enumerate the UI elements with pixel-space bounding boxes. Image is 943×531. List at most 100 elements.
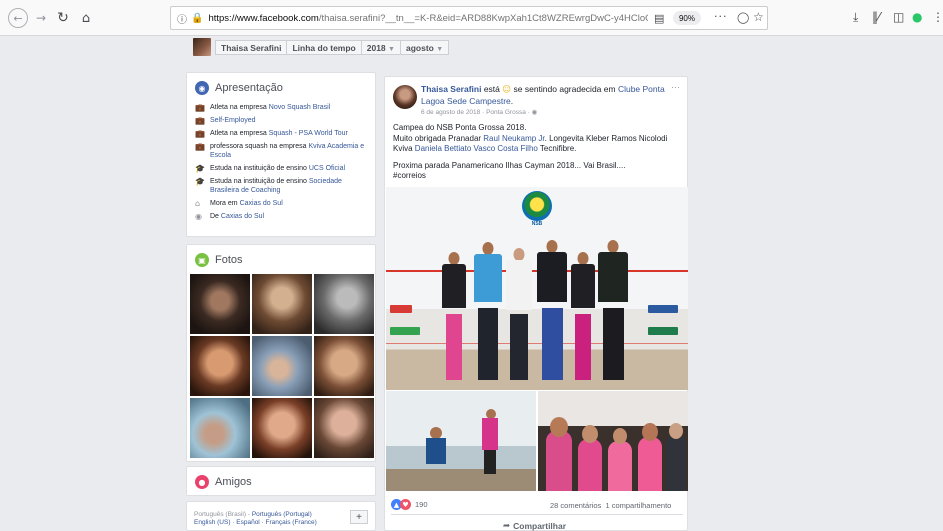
sponsor-logo: [390, 327, 420, 335]
language-link[interactable]: Español: [236, 519, 260, 526]
intro-item-work: 💼 Atleta na empresa Novo Squash Brasil: [195, 103, 367, 112]
hashtag-link[interactable]: #correios: [393, 171, 426, 180]
friends-icon: ●: [195, 475, 209, 489]
post-main-photo[interactable]: NSB: [386, 187, 688, 390]
shares-count-link[interactable]: 1 compartilhamento: [605, 501, 671, 510]
zoom-level-badge[interactable]: 90%: [673, 11, 701, 25]
intro-item-work: 💼 Atleta na empresa Squash - PSA World To…: [195, 129, 367, 138]
player-figure: [537, 240, 567, 380]
home-icon: ⌂: [195, 199, 201, 208]
language-link[interactable]: Português (Portugal): [252, 511, 312, 518]
intro-item-education: 🎓 Estuda na instituição de ensino UCS Ofi…: [195, 164, 367, 173]
extension-icon[interactable]: ●: [912, 10, 922, 24]
chevron-down-icon: ▼: [388, 46, 395, 53]
comments-count-link[interactable]: 28 comentários: [550, 501, 601, 510]
address-bar[interactable]: ⓘ 🔒 https://www.facebook.com/thaisa.sera…: [170, 6, 768, 30]
intro-item-education: 🎓 Estuda na instituição de ensino Socieda…: [195, 177, 367, 195]
post-options-icon[interactable]: ···: [671, 82, 680, 92]
photo-thumbnail[interactable]: [314, 398, 374, 458]
intro-link[interactable]: Self-Employed: [210, 117, 256, 124]
photo-thumbnail[interactable]: [190, 336, 250, 396]
smile-emoji-icon: ☺: [502, 85, 512, 95]
photos-title[interactable]: Fotos: [215, 254, 243, 266]
intro-item-work: 💼 Self-Employed: [195, 116, 367, 125]
intro-text: Atleta na empresa: [210, 130, 269, 137]
language-list: Português (Brasil) · Português (Portugal…: [194, 511, 317, 526]
browser-toolbar: ← → ↻ ⌂ ⓘ 🔒 https://www.facebook.com/tha…: [0, 0, 943, 36]
intro-link[interactable]: UCS Oficial: [309, 165, 345, 172]
photo-thumbnail[interactable]: [314, 274, 374, 334]
intro-link[interactable]: Squash - PSA World Tour: [269, 130, 348, 137]
post-photo-match[interactable]: [386, 391, 536, 491]
tagged-person-link[interactable]: Vasco Costa Filho: [474, 144, 538, 153]
intro-text: Atleta na empresa: [210, 104, 269, 111]
friends-card: ● Amigos: [186, 466, 376, 496]
photo-thumbnail[interactable]: [190, 274, 250, 334]
intro-link[interactable]: Novo Squash Brasil: [269, 104, 330, 111]
post-paragraph: Campea do NSB Ponta Grossa 2018. Muito o…: [393, 123, 685, 155]
info-icon[interactable]: ⓘ: [177, 11, 187, 26]
feeling-text: está: [481, 84, 503, 94]
photo-thumbnail[interactable]: [314, 336, 374, 396]
post-author-link[interactable]: Thaisa Serafini: [421, 84, 481, 94]
profile-avatar[interactable]: [193, 38, 211, 56]
downloads-icon[interactable]: ⤓: [853, 10, 858, 25]
profile-name-link[interactable]: Thaisa Serafini: [216, 41, 288, 54]
home-icon[interactable]: ⌂: [78, 9, 94, 27]
place-suffix: .: [510, 96, 514, 106]
tagged-person-link[interactable]: Raul Neukamp Jr: [483, 134, 544, 143]
photo-thumbnail[interactable]: [252, 398, 312, 458]
share-button[interactable]: ➦ Compartilhar: [503, 521, 566, 531]
reload-icon[interactable]: ↻: [55, 9, 71, 27]
intro-title: Apresentação: [215, 82, 283, 94]
briefcase-icon: 💼: [195, 103, 205, 112]
current-language: Português (Brasil): [194, 511, 247, 518]
intro-link[interactable]: Caxias do Sul: [240, 200, 283, 207]
timeline-link[interactable]: Linha do tempo: [287, 41, 362, 54]
intro-link[interactable]: Caxias do Sul: [221, 213, 264, 220]
library-icon[interactable]: ‖⁄: [872, 10, 880, 24]
post-author-avatar[interactable]: [393, 85, 417, 109]
language-link[interactable]: English (US): [194, 519, 230, 526]
chevron-down-icon: ▼: [436, 46, 444, 53]
menu-icon[interactable]: ⋮: [932, 10, 943, 24]
intro-list: 💼 Atleta na empresa Novo Squash Brasil 💼 S…: [187, 101, 375, 221]
post-line: Tecnifibre.: [537, 144, 577, 153]
url-text[interactable]: https://www.facebook.com/thaisa.serafini…: [208, 13, 648, 24]
tagged-person-link[interactable]: Daniela Bettiato: [415, 144, 471, 153]
friends-header: ● Amigos: [187, 467, 375, 495]
intro-text: Mora em: [210, 200, 240, 207]
player-figure: [598, 240, 628, 380]
sponsor-logo: [390, 305, 412, 313]
url-domain: https://www.facebook.com: [208, 12, 319, 24]
lock-icon[interactable]: 🔒: [191, 13, 203, 24]
sidebar-icon[interactable]: ◫: [893, 10, 904, 24]
friends-title[interactable]: Amigos: [215, 476, 252, 488]
globe-icon: ◉: [195, 81, 209, 95]
briefcase-icon: 💼: [195, 129, 205, 138]
forward-arrow-icon[interactable]: →: [33, 9, 49, 27]
post-photo-group[interactable]: [538, 391, 688, 491]
bookmark-star-icon[interactable]: ☆: [753, 10, 764, 24]
post-line: Proxima parada Panamericano Ilhas Cayman…: [393, 160, 626, 170]
photo-grid: [190, 274, 374, 460]
page-actions-menu-icon[interactable]: ···: [714, 10, 728, 23]
photo-thumbnail[interactable]: [190, 398, 250, 458]
pocket-icon[interactable]: ◯: [737, 11, 749, 24]
language-link[interactable]: Français (France): [266, 519, 317, 526]
post-location-link[interactable]: Ponta Grossa: [486, 109, 526, 116]
photo-thumbnail[interactable]: [252, 336, 312, 396]
post-meta: 6 de agosto de 2018 · Ponta Grossa · ◉: [421, 109, 538, 116]
month-value: agosto: [405, 43, 434, 53]
reactions-summary[interactable]: ▲ ♥ 190: [391, 499, 428, 510]
year-selector[interactable]: 2018 ▼: [362, 41, 401, 54]
photos-header: ▣ Fotos: [187, 245, 375, 273]
back-arrow-icon[interactable]: ←: [8, 8, 28, 28]
month-selector[interactable]: agosto ▼: [401, 41, 448, 54]
reader-view-icon[interactable]: ▤: [654, 12, 664, 25]
post-date-link[interactable]: 6 de agosto de 2018: [421, 109, 480, 116]
add-language-button[interactable]: +: [350, 510, 368, 524]
intro-item-lives: ⌂ Mora em Caxias do Sul: [195, 199, 367, 208]
photo-thumbnail[interactable]: [252, 274, 312, 334]
intro-text: Estuda na instituição de ensino: [210, 178, 309, 185]
